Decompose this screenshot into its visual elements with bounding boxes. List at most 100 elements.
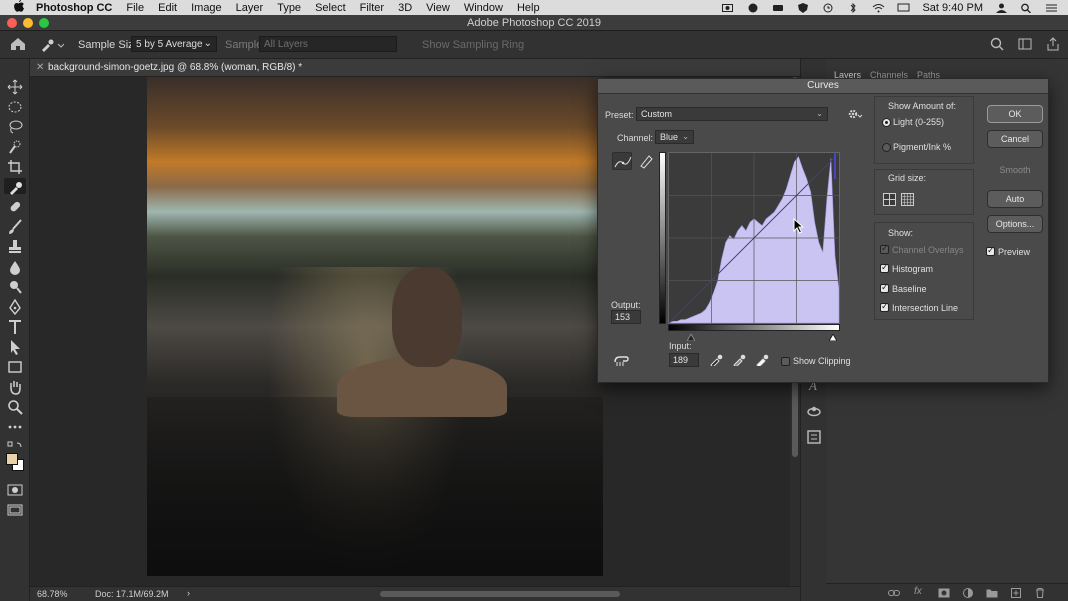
gear-icon[interactable] xyxy=(847,108,863,123)
apple-icon[interactable] xyxy=(12,0,26,15)
color-swatches[interactable] xyxy=(4,451,24,473)
foreground-color-swatch[interactable] xyxy=(6,453,18,465)
sample-dropdown[interactable]: All Layers xyxy=(259,36,397,52)
creative-cloud-icon[interactable] xyxy=(747,3,760,13)
white-point-slider[interactable] xyxy=(828,332,838,344)
type-tool-icon[interactable] xyxy=(7,319,23,335)
show-sampling-ring-checkbox[interactable]: Show Sampling Ring xyxy=(422,39,524,51)
screen-mode-icon[interactable] xyxy=(7,502,23,518)
clock[interactable]: Sat 9:40 PM xyxy=(922,2,983,14)
document-image[interactable] xyxy=(147,77,603,576)
curves-graph[interactable] xyxy=(668,152,840,324)
horizontal-scroll-thumb[interactable] xyxy=(380,591,620,597)
show-clipping-checkbox[interactable] xyxy=(781,357,790,366)
auto-button[interactable]: Auto xyxy=(987,190,1043,208)
link-layers-icon[interactable] xyxy=(888,588,900,601)
dodge-tool-icon[interactable] xyxy=(7,279,23,295)
ok-button[interactable]: OK xyxy=(987,105,1043,123)
clone-stamp-tool-icon[interactable] xyxy=(7,239,23,255)
detailed-grid-button[interactable] xyxy=(901,193,914,209)
move-tool-icon[interactable] xyxy=(7,79,23,95)
search-icon[interactable] xyxy=(990,37,1004,54)
intersection-line-checkbox[interactable] xyxy=(880,301,889,312)
time-machine-icon[interactable] xyxy=(822,3,835,13)
close-tab-icon[interactable]: ✕ xyxy=(36,62,44,73)
3d-panel-icon[interactable] xyxy=(806,403,822,422)
output-field[interactable]: 153 xyxy=(611,310,641,324)
new-layer-icon[interactable] xyxy=(1011,588,1021,601)
notification-center-icon[interactable] xyxy=(1045,3,1058,13)
eyedropper-tool-icon[interactable] xyxy=(40,38,65,52)
user-icon[interactable] xyxy=(995,3,1008,13)
preview-checkbox[interactable] xyxy=(986,245,995,256)
draw-curve-pencil-icon[interactable] xyxy=(636,152,656,170)
channel-dropdown[interactable]: Blue ⌄ xyxy=(655,130,694,144)
preset-dropdown[interactable]: Custom ⌄ xyxy=(636,107,828,121)
pen-tool-icon[interactable] xyxy=(7,298,23,316)
share-icon[interactable] xyxy=(1046,37,1060,54)
zoom-tool-icon[interactable] xyxy=(7,399,23,415)
workspace-icon[interactable] xyxy=(1018,37,1032,54)
quick-selection-tool-icon[interactable] xyxy=(7,139,23,155)
document-tab[interactable]: ✕ background-simon-goetz.jpg @ 68.8% (wo… xyxy=(30,59,830,77)
menu-image[interactable]: Image xyxy=(191,2,222,14)
channel-overlays-checkbox[interactable] xyxy=(880,243,889,254)
path-selection-tool-icon[interactable] xyxy=(7,339,23,355)
bluetooth-icon[interactable] xyxy=(847,2,860,13)
cancel-button[interactable]: Cancel xyxy=(987,130,1043,148)
rectangle-tool-icon[interactable] xyxy=(7,359,23,375)
menu-3d[interactable]: 3D xyxy=(398,2,412,14)
trash-icon[interactable] xyxy=(1035,588,1045,601)
brush-tool-icon[interactable] xyxy=(7,219,23,235)
gray-point-eyedropper-icon[interactable] xyxy=(733,354,747,369)
lasso-tool-icon[interactable] xyxy=(7,119,23,135)
display-icon[interactable] xyxy=(897,3,910,13)
screen-record-icon[interactable] xyxy=(722,3,735,13)
eyedropper-tool-icon[interactable] xyxy=(4,178,26,195)
doc-size[interactable]: Doc: 17.1M/69.2M xyxy=(95,589,169,599)
menu-layer[interactable]: Layer xyxy=(236,2,264,14)
menu-filter[interactable]: Filter xyxy=(360,2,384,14)
menu-select[interactable]: Select xyxy=(315,2,346,14)
menu-view[interactable]: View xyxy=(426,2,450,14)
crop-tool-icon[interactable] xyxy=(7,159,23,175)
healing-brush-tool-icon[interactable] xyxy=(7,199,23,215)
curves-graph-svg[interactable] xyxy=(668,152,840,324)
menu-app-name[interactable]: Photoshop CC xyxy=(36,2,112,14)
blur-tool-icon[interactable] xyxy=(7,259,23,275)
adjustment-layer-icon[interactable] xyxy=(963,588,973,601)
menu-edit[interactable]: Edit xyxy=(158,2,177,14)
more-tools-icon[interactable] xyxy=(7,419,23,435)
menu-window[interactable]: Window xyxy=(464,2,503,14)
simple-grid-button[interactable] xyxy=(883,193,896,209)
edit-points-button[interactable] xyxy=(612,152,632,170)
shield-icon[interactable] xyxy=(797,2,810,13)
spotlight-search-icon[interactable] xyxy=(1020,3,1033,13)
white-point-eyedropper-icon[interactable] xyxy=(756,354,770,369)
menu-type[interactable]: Type xyxy=(277,2,301,14)
menu-help[interactable]: Help xyxy=(517,2,540,14)
targeted-adjustment-icon[interactable] xyxy=(613,353,631,370)
chevron-right-icon[interactable]: › xyxy=(187,588,190,598)
hand-tool-icon[interactable] xyxy=(7,379,23,395)
baseline-checkbox[interactable] xyxy=(880,282,889,293)
black-point-eyedropper-icon[interactable] xyxy=(710,354,724,369)
pigment-radio[interactable] xyxy=(882,143,891,152)
input-field[interactable]: 189 xyxy=(669,353,699,367)
curves-dialog-title[interactable]: Curves xyxy=(598,79,1048,94)
histogram-checkbox[interactable] xyxy=(880,262,889,273)
menu-extra-icon[interactable] xyxy=(772,3,785,13)
home-icon[interactable] xyxy=(10,37,26,51)
marquee-tool-icon[interactable] xyxy=(7,99,23,115)
quick-mask-icon[interactable] xyxy=(7,482,23,498)
fx-icon[interactable]: fx xyxy=(914,586,922,597)
wifi-icon[interactable] xyxy=(872,3,885,13)
light-radio[interactable] xyxy=(882,118,891,127)
zoom-level[interactable]: 68.78% xyxy=(37,589,68,599)
properties-panel-icon[interactable] xyxy=(806,429,822,448)
add-mask-icon[interactable] xyxy=(938,588,950,601)
menu-file[interactable]: File xyxy=(126,2,144,14)
options-button[interactable]: Options... xyxy=(987,215,1043,233)
smooth-button[interactable]: Smooth xyxy=(987,162,1043,180)
folder-icon[interactable] xyxy=(986,588,998,601)
